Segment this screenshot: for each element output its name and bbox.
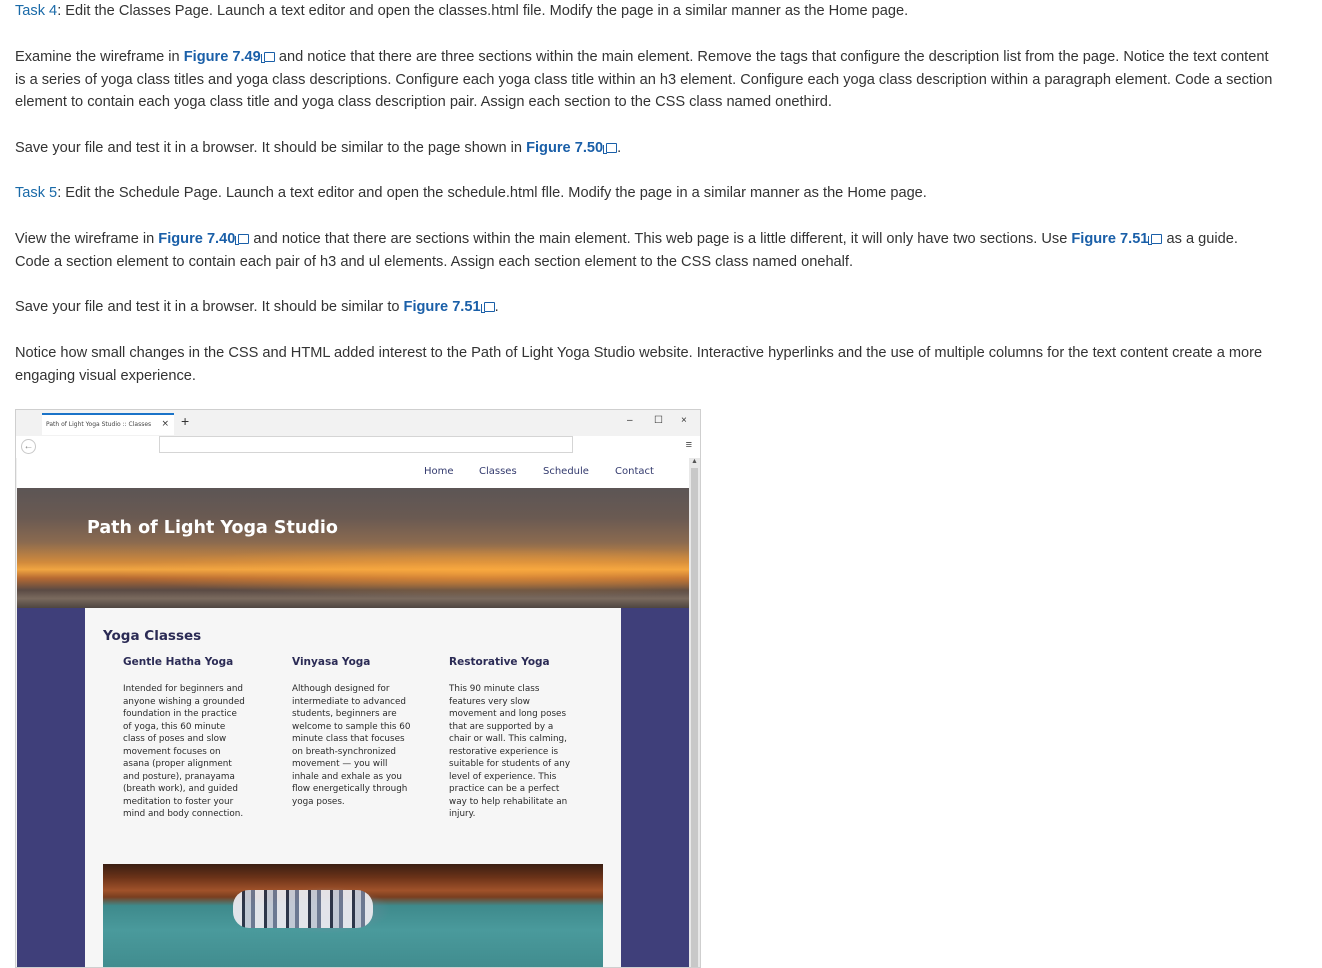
nav-link-contact[interactable]: Contact xyxy=(615,466,654,477)
figure-7-51-link-label-2: Figure 7.51 xyxy=(403,299,481,315)
class-title: Gentle Hatha Yoga xyxy=(123,656,234,668)
para7-text: Notice how small changes in the CSS and … xyxy=(15,345,1263,384)
class-title: Restorative Yoga xyxy=(449,656,550,668)
window-close-icon[interactable]: × xyxy=(681,415,687,426)
yoga-mat-photo xyxy=(103,864,603,967)
browser-toolbar: ← ≡ xyxy=(16,436,700,458)
task5-paragraph: Task 5: Edit the Schedule Page. Launch a… xyxy=(15,182,1275,205)
task4-label: Task 4 xyxy=(15,3,58,19)
nav-link-home[interactable]: Home xyxy=(424,466,454,477)
class-description: This 90 minute class features very slow … xyxy=(449,684,571,819)
sunset-hero-image: Path of Light Yoga Studio xyxy=(17,488,689,608)
popup-window-icon xyxy=(235,234,250,245)
figure-7-40-link[interactable]: Figure 7.40 xyxy=(158,231,250,247)
class-description: Intended for beginners and anyone wishin… xyxy=(123,684,245,819)
para5-text-1: View the wireframe in xyxy=(15,231,159,247)
wireframe-paragraph: Examine the wireframe in Figure 7.49 and… xyxy=(15,46,1275,114)
scrollbar-thumb[interactable] xyxy=(691,468,698,967)
schedule-wireframe-paragraph: View the wireframe in Figure 7.40 and no… xyxy=(15,228,1275,273)
rolled-blanket xyxy=(233,890,373,928)
classes-page-screenshot: Path of Light Yoga Studio :: Classes × +… xyxy=(15,409,701,968)
browser-viewport: Home Classes Schedule Contact Path of Li… xyxy=(17,458,689,967)
minimize-icon[interactable]: – xyxy=(627,415,633,426)
figure-7-50-link-label: Figure 7.50 xyxy=(526,140,604,156)
figure-7-51-link-label: Figure 7.51 xyxy=(1071,231,1149,247)
task4-paragraph: Task 4: Edit the Classes Page. Launch a … xyxy=(15,0,1275,23)
popup-window-icon xyxy=(603,143,618,154)
para2-text-1: Examine the wireframe in xyxy=(15,49,184,65)
popup-window-icon xyxy=(480,302,495,313)
figure-7-49-link[interactable]: Figure 7.49 xyxy=(184,49,275,65)
nav-link-classes[interactable]: Classes xyxy=(479,466,517,477)
address-bar[interactable] xyxy=(159,436,573,453)
figure-7-49-link-label: Figure 7.49 xyxy=(183,49,261,65)
class-description: Although designed for intermediate to ad… xyxy=(292,684,411,807)
figure-7-50-link[interactable]: Figure 7.50 xyxy=(526,140,618,156)
scrollbar[interactable]: ▲ xyxy=(689,458,700,967)
para5-text-2: and notice that there are sections withi… xyxy=(249,231,1072,247)
notice-paragraph: Notice how small changes in the CSS and … xyxy=(15,342,1275,387)
tab-close-icon[interactable]: × xyxy=(161,419,169,429)
figure-7-40-link-label: Figure 7.40 xyxy=(158,231,236,247)
task5-text: : Edit the Schedule Page. Launch a text … xyxy=(57,185,927,201)
class-title: Vinyasa Yoga xyxy=(292,656,371,668)
class-section-restorative: Restorative Yoga This 90 minute class fe… xyxy=(449,656,574,821)
class-section-vinyasa: Vinyasa Yoga Although designed for inter… xyxy=(292,656,417,808)
browser-tab-title: Path of Light Yoga Studio :: Classes xyxy=(46,421,152,428)
page-heading: Yoga Classes xyxy=(103,628,202,644)
browser-tab[interactable]: Path of Light Yoga Studio :: Classes × xyxy=(42,413,174,435)
nav-link-schedule[interactable]: Schedule xyxy=(543,466,589,477)
figure-7-51-link[interactable]: Figure 7.51 xyxy=(1071,231,1163,247)
maximize-icon[interactable]: ☐ xyxy=(654,415,663,426)
para3-text-2: . xyxy=(617,140,622,156)
site-nav: Home Classes Schedule Contact xyxy=(17,458,689,488)
save-paragraph-2: Save your file and test it in a browser.… xyxy=(15,296,1275,319)
class-section-hatha: Gentle Hatha Yoga Intended for beginners… xyxy=(123,656,248,821)
para6-text-1: Save your file and test it in a browser.… xyxy=(15,299,404,315)
scroll-up-icon[interactable]: ▲ xyxy=(691,458,698,465)
para3-text-1: Save your file and test it in a browser.… xyxy=(15,140,527,156)
hamburger-menu-icon[interactable]: ≡ xyxy=(686,439,692,451)
task4-text: : Edit the Classes Page. Launch a text e… xyxy=(57,3,909,19)
main-content: Yoga Classes Gentle Hatha Yoga Intended … xyxy=(85,608,621,967)
para6-text-2: . xyxy=(494,299,499,315)
figure-7-51-link-2[interactable]: Figure 7.51 xyxy=(404,299,495,315)
site-title: Path of Light Yoga Studio xyxy=(87,518,338,538)
popup-window-icon xyxy=(1148,234,1163,245)
new-tab-icon[interactable]: + xyxy=(181,413,189,429)
popup-window-icon xyxy=(260,52,275,63)
task5-label: Task 5 xyxy=(15,185,58,201)
back-arrow-icon[interactable]: ← xyxy=(21,439,36,454)
browser-tab-bar: Path of Light Yoga Studio :: Classes × +… xyxy=(16,410,700,436)
save-paragraph-1: Save your file and test it in a browser.… xyxy=(15,137,1275,160)
